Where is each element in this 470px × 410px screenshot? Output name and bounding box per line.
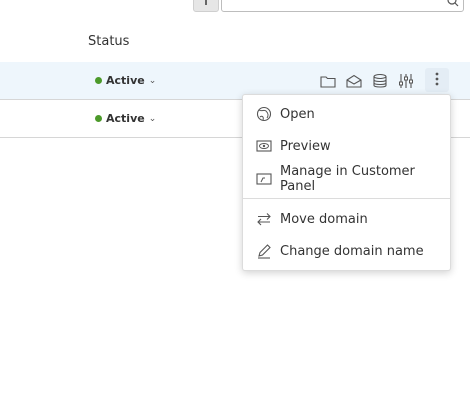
folder-icon[interactable] xyxy=(318,71,338,91)
search-icon[interactable] xyxy=(447,0,459,12)
top-toolbar-button[interactable] xyxy=(193,0,219,12)
database-icon[interactable] xyxy=(370,71,390,91)
settings-sliders-icon[interactable] xyxy=(396,71,416,91)
menu-item-label: Move domain xyxy=(280,211,368,227)
arrows-swap-icon xyxy=(256,211,272,227)
menu-item-label: Open xyxy=(280,106,315,122)
eye-icon xyxy=(256,138,272,154)
chevron-down-icon: ⌄ xyxy=(148,113,157,124)
row-context-menu: Open Preview Manage in Customer Panel Mo… xyxy=(242,94,451,271)
globe-icon xyxy=(256,106,272,122)
status-label: Active xyxy=(106,112,145,125)
chevron-down-icon: ⌄ xyxy=(148,75,157,86)
menu-item-label: Change domain name xyxy=(280,243,424,259)
more-actions-button[interactable] xyxy=(425,68,449,92)
menu-item-open[interactable]: Open xyxy=(243,100,450,128)
mail-icon[interactable] xyxy=(344,71,364,91)
menu-item-move-domain[interactable]: Move domain xyxy=(243,205,450,233)
active-dot-icon xyxy=(95,77,102,84)
table-header: Status xyxy=(0,25,470,63)
menu-item-manage-customer-panel[interactable]: Manage in Customer Panel xyxy=(243,164,450,194)
menu-item-label: Manage in Customer Panel xyxy=(280,164,415,194)
status-column-header[interactable]: Status xyxy=(88,34,129,49)
search-input[interactable] xyxy=(221,0,464,12)
menu-item-preview[interactable]: Preview xyxy=(243,132,450,160)
more-vertical-icon xyxy=(434,71,440,90)
status-badge[interactable]: Active ⌄ xyxy=(95,74,156,87)
active-dot-icon xyxy=(95,115,102,122)
menu-item-label: Preview xyxy=(280,138,331,154)
pencil-icon xyxy=(256,243,272,259)
row-actions xyxy=(318,71,416,91)
panel-icon xyxy=(256,171,272,187)
status-badge[interactable]: Active ⌄ xyxy=(95,112,156,125)
menu-divider xyxy=(243,198,450,199)
status-label: Active xyxy=(106,74,145,87)
menu-item-change-domain-name[interactable]: Change domain name xyxy=(243,237,450,265)
